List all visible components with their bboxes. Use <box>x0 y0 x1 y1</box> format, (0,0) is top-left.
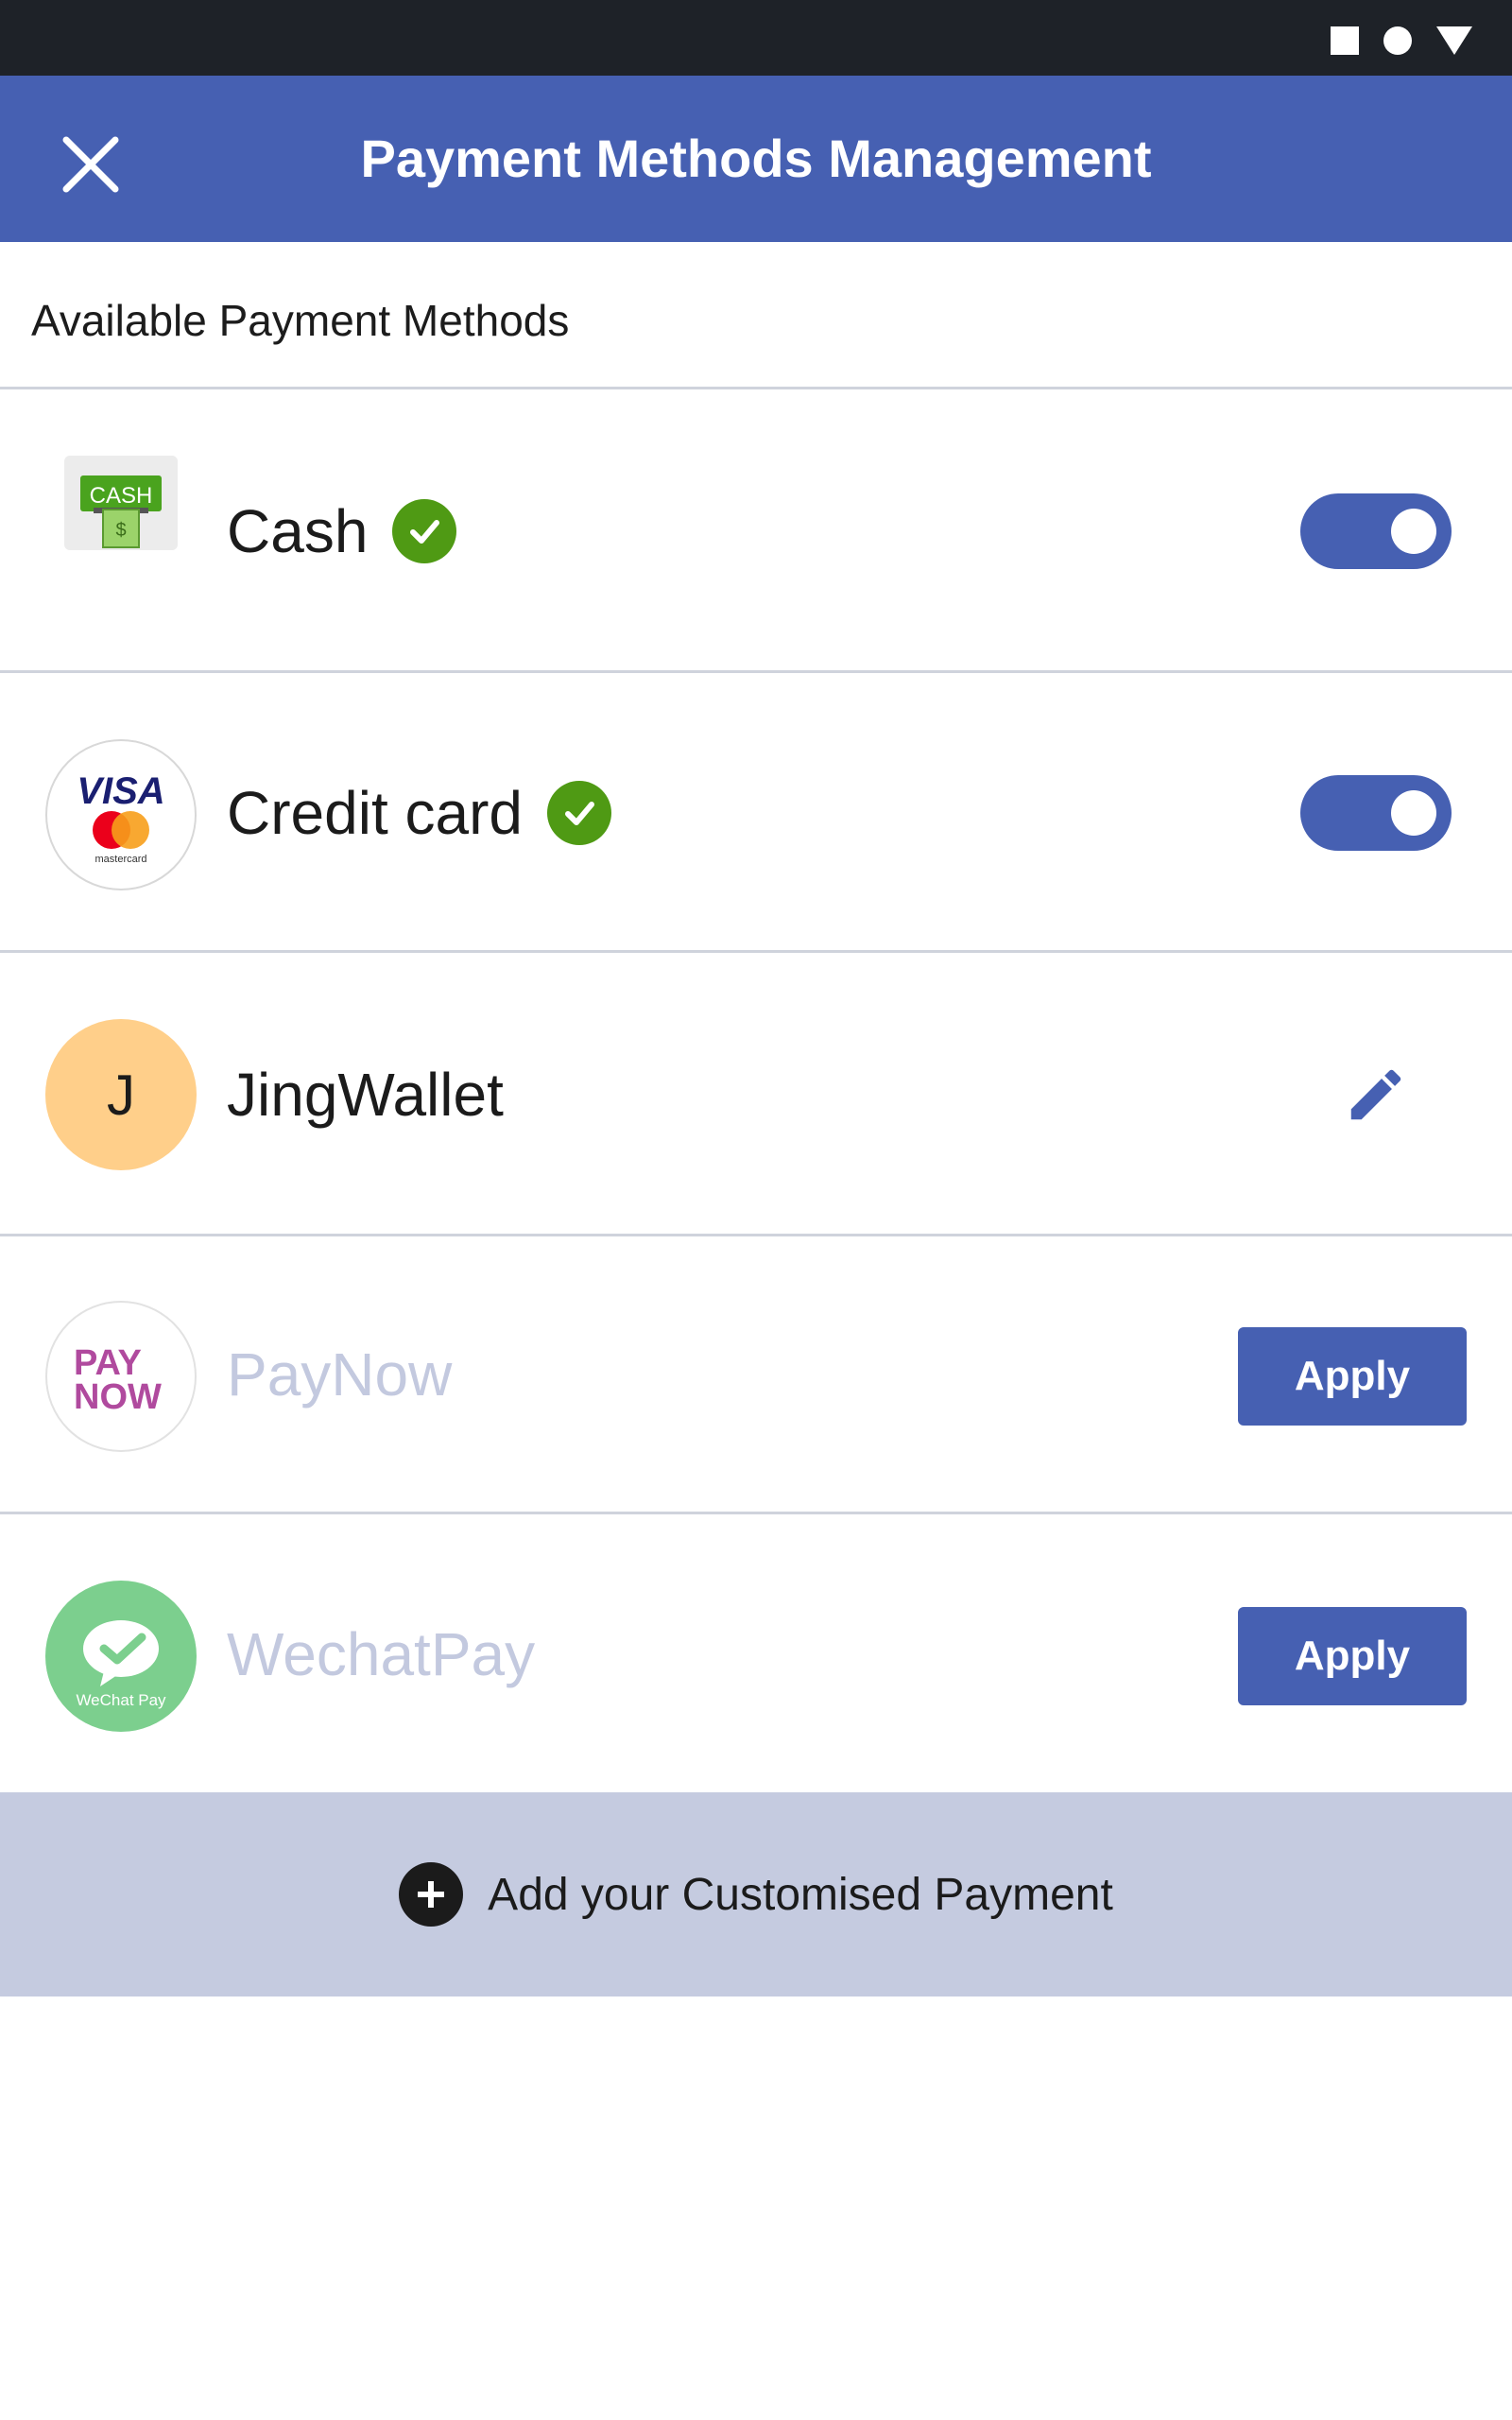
payment-method-name: JingWallet <box>227 1061 504 1129</box>
status-bar <box>0 0 1512 76</box>
back-icon <box>1436 26 1472 55</box>
system-status-icons <box>1331 25 1472 57</box>
add-custom-payment-label: Add your Customised Payment <box>488 1869 1113 1920</box>
page-title: Payment Methods Management <box>360 129 1152 188</box>
toggle-knob <box>1391 790 1436 836</box>
credit-card-enable-toggle[interactable] <box>1300 775 1452 851</box>
payment-method-name: Cash <box>227 493 457 569</box>
payment-method-name: PayNow <box>227 1340 453 1409</box>
toggle-knob <box>1391 509 1436 554</box>
app-bar: Payment Methods Management <box>0 76 1512 242</box>
add-circle-icon <box>399 1862 464 1927</box>
payment-method-row-credit-card: VISA mastercard Credit card <box>0 673 1512 953</box>
payment-method-row-cash: CASH $ Cash <box>0 389 1512 673</box>
close-button[interactable] <box>49 123 132 206</box>
verified-check-icon <box>547 781 611 845</box>
home-icon <box>1383 26 1412 55</box>
wechat-pay-icon: WeChat Pay <box>45 1581 197 1732</box>
visa-mastercard-icon: VISA mastercard <box>45 739 197 890</box>
edit-button[interactable] <box>1334 1053 1418 1136</box>
cash-enable-toggle[interactable] <box>1300 493 1452 569</box>
svg-text:WeChat Pay: WeChat Pay <box>76 1691 166 1709</box>
avatar: J <box>45 1019 197 1170</box>
apply-paynow-button[interactable]: Apply <box>1238 1327 1467 1426</box>
payment-method-row-jingwallet: J JingWallet <box>0 953 1512 1236</box>
pencil-icon <box>1350 1069 1401 1120</box>
payment-method-row-wechatpay: WeChat Pay WechatPay Apply <box>0 1514 1512 1792</box>
svg-text:NOW: NOW <box>74 1377 162 1417</box>
paynow-icon: PAY NOW <box>45 1301 197 1452</box>
svg-text:VISA: VISA <box>77 770 164 812</box>
svg-text:mastercard: mastercard <box>94 854 146 865</box>
section-title: Available Payment Methods <box>31 296 570 345</box>
close-icon <box>62 136 119 193</box>
svg-text:CASH: CASH <box>90 483 153 509</box>
section-header: Available Payment Methods <box>0 242 1512 389</box>
svg-text:$: $ <box>115 520 126 541</box>
payment-method-name: WechatPay <box>227 1620 536 1688</box>
recent-apps-icon <box>1331 26 1359 55</box>
apply-wechatpay-button[interactable]: Apply <box>1238 1607 1467 1705</box>
verified-check-icon <box>392 499 457 563</box>
payment-method-row-paynow: PAY NOW PayNow Apply <box>0 1236 1512 1514</box>
add-custom-payment-button[interactable]: Add your Customised Payment <box>0 1792 1512 1996</box>
payment-method-name: Credit card <box>227 775 611 851</box>
cash-icon: CASH $ <box>64 456 178 550</box>
